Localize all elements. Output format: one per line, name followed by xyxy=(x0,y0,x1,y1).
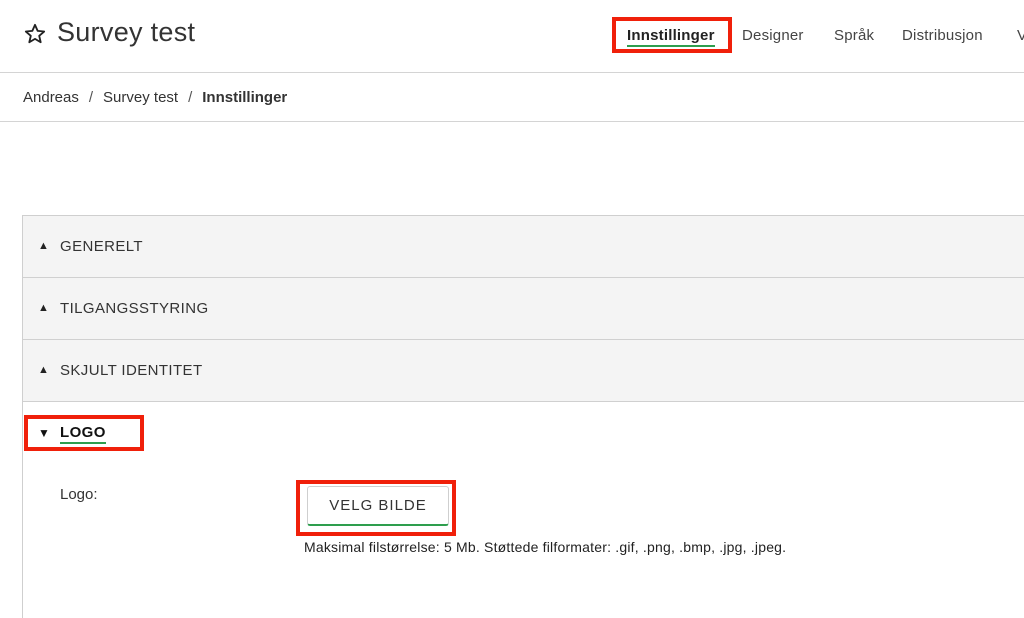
breadcrumb-separator: / xyxy=(188,89,193,106)
expand-arrow-icon: ▼ xyxy=(38,426,50,440)
section-tilgangsstyring[interactable]: ▲ TILGANGSSTYRING xyxy=(23,278,1024,340)
breadcrumb-item-current: Innstillinger xyxy=(202,89,288,106)
section-generelt[interactable]: ▲ GENERELT xyxy=(23,216,1024,278)
file-size-help-text: Maksimal filstørrelse: 5 Mb. Støttede fi… xyxy=(304,539,787,555)
star-icon[interactable] xyxy=(24,23,46,45)
choose-image-button[interactable]: VELG BILDE xyxy=(307,486,449,526)
collapse-arrow-icon: ▲ xyxy=(38,364,49,376)
collapse-arrow-icon: ▲ xyxy=(38,302,49,314)
page: Survey test Innstillinger Designer Språk… xyxy=(0,0,1024,618)
breadcrumb-bar: Andreas / Survey test / Innstillinger xyxy=(0,74,1024,122)
tab-distribusjon[interactable]: Distribusjon xyxy=(902,27,983,44)
tab-innstillinger[interactable]: Innstillinger xyxy=(627,27,715,47)
collapse-arrow-icon: ▲ xyxy=(38,240,49,252)
logo-field-label: Logo: xyxy=(60,486,98,503)
section-skjult-identitet[interactable]: ▲ SKJULT IDENTITET xyxy=(23,340,1024,402)
tab-truncated[interactable]: V xyxy=(1017,27,1024,44)
section-label: GENERELT xyxy=(60,238,143,255)
page-title: Survey test xyxy=(57,17,196,47)
breadcrumb-separator: / xyxy=(88,89,94,106)
settings-accordion: ▲ GENERELT ▲ TILGANGSSTYRING ▲ SKJULT ID… xyxy=(22,215,1024,618)
breadcrumb-item-survey-test[interactable]: Survey test xyxy=(103,89,178,106)
tab-designer[interactable]: Designer xyxy=(742,27,804,44)
app-header: Survey test Innstillinger Designer Språk… xyxy=(0,0,1024,73)
breadcrumb-item-andreas[interactable]: Andreas xyxy=(23,89,79,106)
tab-sprak[interactable]: Språk xyxy=(834,27,874,44)
section-label: TILGANGSSTYRING xyxy=(60,300,209,317)
section-logo-header[interactable]: ▼ LOGO xyxy=(23,402,323,462)
section-label-logo: LOGO xyxy=(60,424,106,444)
section-logo: ▼ LOGO Logo: VELG BILDE Maksimal filstør… xyxy=(23,402,1024,618)
breadcrumb: Andreas / Survey test / Innstillinger xyxy=(23,89,287,106)
section-label: SKJULT IDENTITET xyxy=(60,362,203,379)
